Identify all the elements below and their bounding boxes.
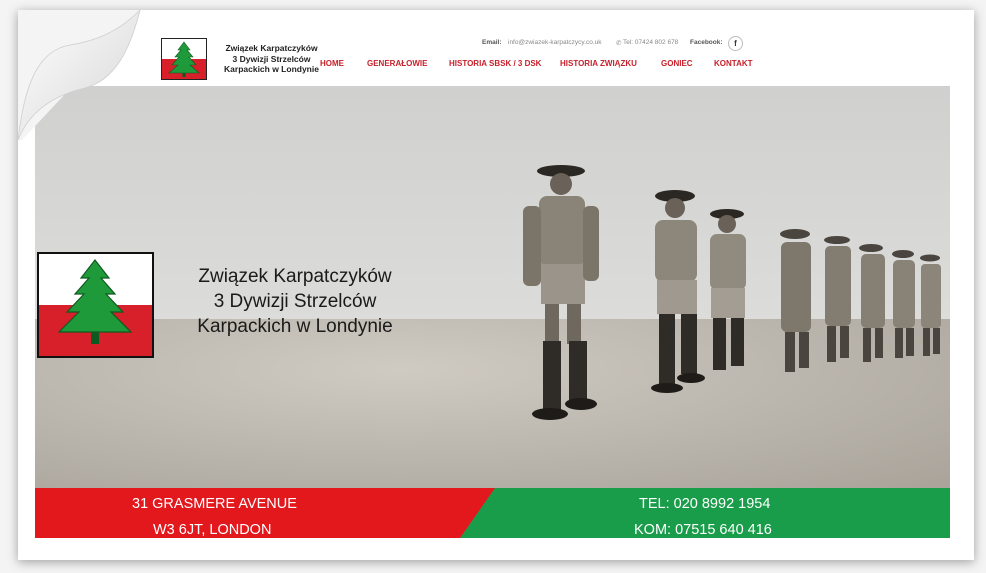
nav-item-home[interactable]: HOME: [320, 59, 344, 68]
soldiers-marching-photo: [523, 165, 941, 420]
spruce-tree-logo-icon: [57, 259, 133, 344]
email-label: Email:: [482, 39, 502, 46]
address-line-1: 31 GRASMERE AVENUE: [132, 496, 297, 512]
facebook-label: Facebook:: [690, 39, 723, 46]
nav-item-goniec[interactable]: GONIEC: [661, 59, 693, 68]
hero-logo: [37, 252, 154, 358]
nav-item-kontakt[interactable]: KONTAKT: [714, 59, 753, 68]
phone-number[interactable]: Tel: 07424 802 678: [623, 39, 678, 46]
hero-banner: Związek Karpatczyków 3 Dywizji Strzelców…: [35, 86, 950, 488]
nav-item-historia-sbsk[interactable]: HISTORIA SBSK / 3 DSK: [449, 59, 541, 68]
nav-item-historia-zwiazku[interactable]: HISTORIA ZWIĄZKU: [560, 59, 637, 68]
nav-item-generalowie[interactable]: GENERAŁOWIE: [367, 59, 427, 68]
footer-tel[interactable]: TEL: 020 8992 1954: [639, 496, 770, 512]
address-line-2: W3 6JT, LONDON: [153, 522, 272, 538]
hero-title-line-1: Związek Karpatczyków: [198, 266, 392, 287]
site-title-line-2: 3 Dywizji Strzelców: [232, 53, 311, 64]
spruce-tree-logo-icon: [168, 41, 200, 77]
site-title-line-3: Karpackich w Londynie: [224, 64, 319, 74]
facebook-icon[interactable]: f: [728, 36, 743, 51]
email-link[interactable]: info@zwiazek-karpatczycy.co.uk: [508, 39, 602, 46]
contact-bar: 31 GRASMERE AVENUE W3 6JT, LONDON TEL: 0…: [35, 488, 950, 538]
hero-title-line-2: 3 Dywizji Strzelców: [213, 291, 377, 312]
page-curl-icon: [17, 8, 141, 141]
site-header: Związek Karpatczyków 3 Dywizji Strzelców…: [120, 24, 950, 86]
site-logo[interactable]: [161, 38, 207, 80]
footer-kom[interactable]: KOM: 07515 640 416: [634, 522, 772, 538]
hero-title-line-3: Karpackich w Londynie: [197, 316, 393, 337]
site-title-line-1: Związek Karpatczyków: [225, 43, 318, 53]
hero-title: Związek Karpatczyków 3 Dywizji Strzelców…: [165, 264, 425, 339]
site-title[interactable]: Związek Karpatczyków 3 Dywizji Strzelców…: [214, 43, 329, 75]
phone-icon: ✆: [616, 40, 622, 47]
